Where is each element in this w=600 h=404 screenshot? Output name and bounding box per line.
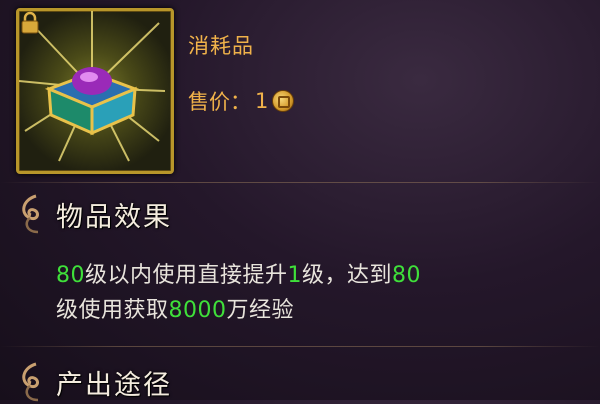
- swirl-ornament-icon: [22, 194, 39, 234]
- level-threshold-value: 80: [392, 263, 422, 288]
- price-row: 售价： 1: [188, 86, 295, 116]
- swirl-ornament-icon: [22, 362, 39, 402]
- effect-text: 级使用获取: [56, 298, 169, 323]
- divider: [0, 182, 600, 183]
- effect-section-title: 物品效果: [56, 201, 172, 233]
- item-tooltip-panel: 消耗品 售价： 1 物品效果 80级以内使用直接提升1级，达到80 级使用获取8…: [0, 0, 600, 402]
- item-icon-frame[interactable]: [16, 8, 174, 174]
- source-section-header: 产出途径: [14, 360, 172, 404]
- level-cap-value: 80: [56, 263, 85, 288]
- effect-line-2: 级使用获取8000万经验: [56, 293, 556, 328]
- divider: [0, 346, 600, 347]
- effect-text: 万经验: [226, 298, 295, 323]
- item-type-label: 消耗品: [188, 34, 254, 58]
- effect-line-1: 80级以内使用直接提升1级，达到80: [56, 258, 556, 293]
- price-value: 1: [255, 89, 269, 113]
- effect-text: 级以内使用直接提升: [85, 263, 288, 288]
- coin-icon: [272, 90, 295, 112]
- level-up-value: 1: [287, 263, 303, 288]
- lock-icon: [21, 11, 39, 34]
- exp-amount-value: 8000: [168, 298, 227, 323]
- effect-section-header: 物品效果: [14, 192, 172, 236]
- source-section-title: 产出途径: [56, 369, 172, 401]
- effect-text: 级，达到: [302, 263, 393, 288]
- price-label: 售价：: [188, 90, 251, 114]
- effect-description: 80级以内使用直接提升1级，达到80 级使用获取8000万经验: [56, 258, 556, 328]
